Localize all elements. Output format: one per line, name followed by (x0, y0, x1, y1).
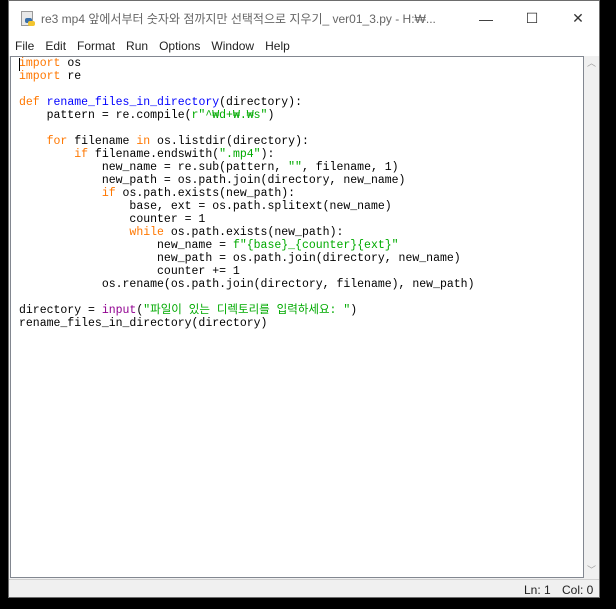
maximize-button[interactable]: ☐ (509, 1, 555, 36)
scroll-up-icon[interactable]: ︿ (584, 56, 599, 71)
code-line: directory = input("파일이 있는 디렉토리를 입력하세요: "… (19, 304, 474, 317)
menu-bar: File Edit Format Run Options Window Help (9, 36, 599, 56)
column-indicator: Col: 0 (562, 583, 594, 597)
code-token: rename_files_in_directory(directory) (19, 317, 268, 330)
code-line: counter = 1 (19, 213, 474, 226)
code-token: import (19, 57, 61, 70)
code-line: counter += 1 (19, 265, 474, 278)
minimize-button[interactable]: — (463, 1, 509, 36)
status-bar: Ln: 1 Col: 0 (9, 579, 599, 599)
code-token: for (46, 135, 68, 148)
code-token: ".mp4" (219, 148, 261, 161)
python-file-icon (19, 10, 35, 27)
code-line: for filename in os.listdir(directory): (19, 135, 474, 148)
code-token: new_path = os.path.join(directory, new_n… (19, 252, 461, 265)
code-token: os.listdir(directory): (150, 135, 309, 148)
code-token: ) (350, 304, 358, 317)
code-line: new_path = os.path.join(directory, new_n… (19, 174, 474, 187)
idle-editor-window: re3 mp4 앞에서부터 숫자와 점까지만 선택적으로 지우기_ ver01_… (8, 0, 600, 598)
menu-format[interactable]: Format (71, 39, 120, 53)
scroll-down-icon[interactable]: ﹀ (584, 563, 599, 578)
code-token: counter += 1 (19, 265, 240, 278)
code-token: re (60, 70, 82, 83)
code-line: base, ext = os.path.splitext(new_name) (19, 200, 474, 213)
code-token: pattern = re.compile( (19, 109, 192, 122)
code-token: "" (288, 161, 302, 174)
code-token: (directory): (219, 96, 302, 109)
window-title: re3 mp4 앞에서부터 숫자와 점까지만 선택적으로 지우기_ ver01_… (41, 12, 436, 26)
code-token: import (19, 70, 61, 83)
code-line: new_name = f"{base}_{counter}{ext}" (19, 239, 474, 252)
menu-edit[interactable]: Edit (39, 39, 71, 53)
code-line: if os.path.exists(new_path): (19, 187, 474, 200)
text-cursor (19, 58, 20, 71)
menu-file[interactable]: File (9, 39, 39, 53)
code-text[interactable]: import os import re def rename_files_in_di… (19, 57, 474, 330)
code-token: os.path.exists(new_path): (115, 187, 296, 200)
code-line: pattern = re.compile(r"^₩d+₩.₩s") (19, 109, 474, 122)
code-token: new_path = os.path.join(directory, new_n… (19, 174, 406, 187)
menu-window[interactable]: Window (205, 39, 259, 53)
code-line: os.rename(os.path.join(directory, filena… (19, 278, 475, 291)
code-line: def rename_files_in_directory(directory)… (19, 96, 474, 109)
code-token: counter = 1 (19, 213, 206, 226)
code-editor[interactable]: import os import re def rename_files_in_di… (10, 56, 584, 578)
code-line: import re (19, 70, 474, 83)
line-indicator: Ln: 1 (524, 583, 551, 597)
code-line: while os.path.exists(new_path): (19, 226, 474, 239)
code-token: os.rename(os.path.join(directory, filena… (19, 278, 475, 291)
code-token: os.path.exists(new_path): (163, 226, 344, 239)
code-token: def (19, 96, 40, 109)
code-token: f"{base}_{counter}{ext}" (232, 239, 399, 252)
code-token: directory = (19, 304, 102, 317)
title-bar[interactable]: re3 mp4 앞에서부터 숫자와 점까지만 선택적으로 지우기_ ver01_… (9, 1, 599, 36)
code-token: input (101, 304, 137, 317)
code-token: in (136, 135, 151, 148)
code-token: ): (260, 148, 275, 161)
code-token: "파일이 있는 디렉토리를 입력하세요: " (143, 304, 351, 317)
code-token: r"^₩d+₩.₩s" (191, 109, 268, 122)
code-line: new_name = re.sub(pattern, "", filename,… (19, 161, 474, 174)
code-token: filename (67, 135, 137, 148)
code-line: if filename.endswith(".mp4"): (19, 148, 474, 161)
code-token: base, ext = os.path.splitext(new_name) (19, 200, 392, 213)
code-line: rename_files_in_directory(directory) (19, 317, 474, 330)
menu-options[interactable]: Options (153, 39, 205, 53)
menu-help[interactable]: Help (259, 39, 295, 53)
code-token: while (129, 226, 164, 239)
code-token: if (74, 148, 89, 161)
vertical-scrollbar[interactable]: ︿ ﹀ (584, 56, 599, 578)
code-token: new_name = (19, 239, 233, 252)
code-line: import os (19, 57, 474, 70)
code-token: , filename, 1) (301, 161, 399, 174)
code-token: os (60, 57, 82, 70)
code-token: if (101, 187, 116, 200)
menu-run[interactable]: Run (120, 39, 153, 53)
code-token: new_name = re.sub(pattern, (19, 161, 289, 174)
code-line: new_path = os.path.join(directory, new_n… (19, 252, 474, 265)
code-token: ) (267, 109, 275, 122)
close-button[interactable]: ✕ (555, 1, 601, 36)
code-token: rename_files_in_directory (46, 96, 220, 109)
code-token: filename.endswith( (88, 148, 220, 161)
